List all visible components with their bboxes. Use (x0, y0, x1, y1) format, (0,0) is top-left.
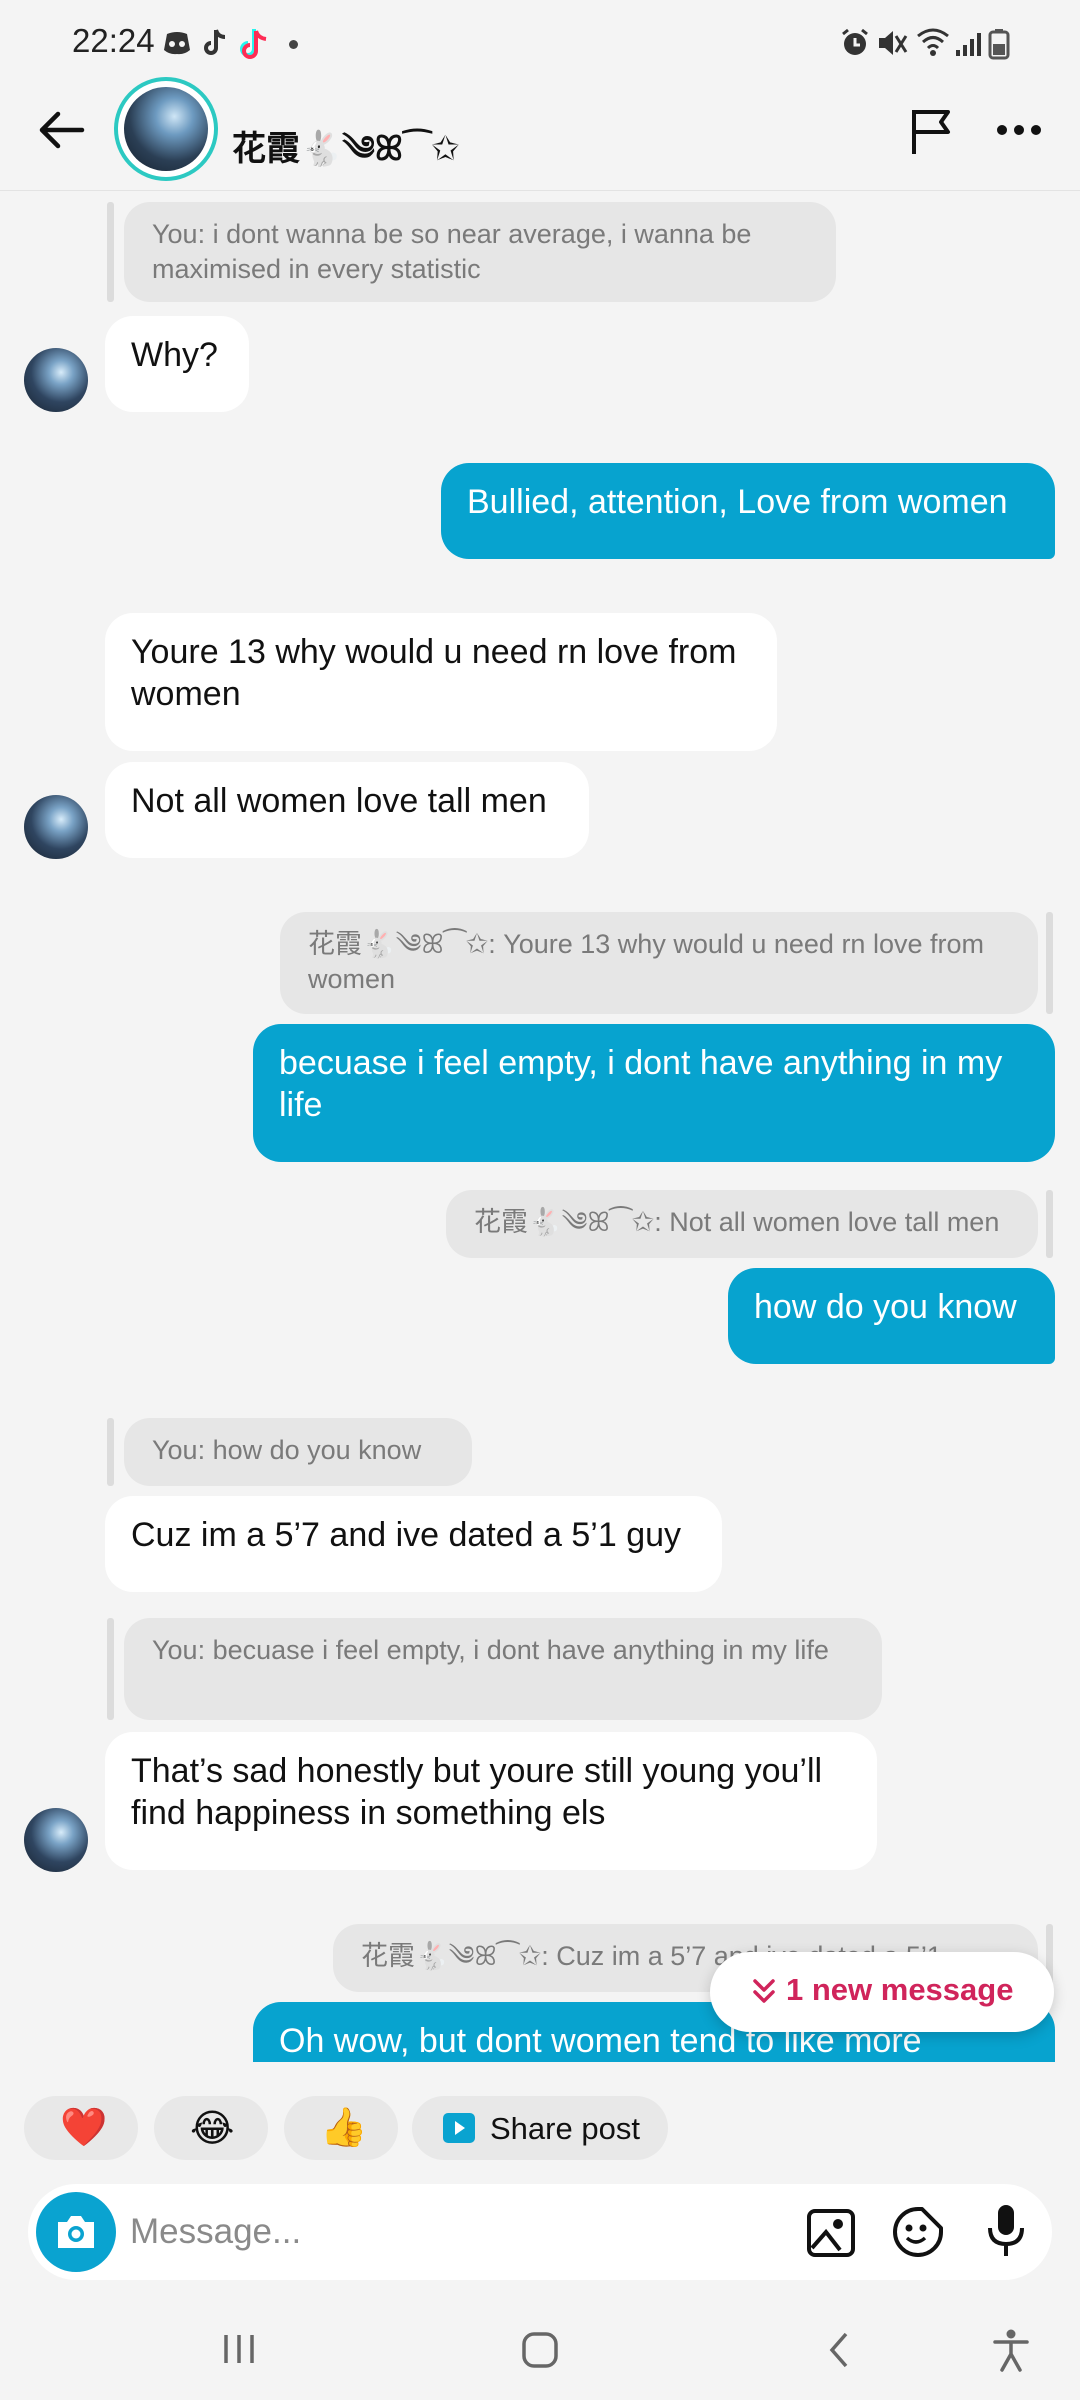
camera-button[interactable] (36, 2192, 116, 2272)
double-chevron-down-icon (753, 1979, 775, 2003)
message-bubble-incoming[interactable]: Youre 13 why would u need rn love from w… (105, 613, 777, 751)
reply-quote: You: becuase i feel empty, i dont have a… (124, 1618, 882, 1720)
laughing-emoji: 😂 (190, 2108, 235, 2150)
message-composer: Message... (28, 2184, 1052, 2280)
quote-bar (107, 1418, 114, 1486)
quote-bar (107, 202, 114, 302)
contact-avatar[interactable] (114, 77, 218, 181)
heart-emoji: ❤️ (60, 2107, 108, 2149)
home-icon[interactable] (520, 2330, 560, 2370)
reply-quote: You: how do you know (124, 1418, 472, 1486)
message-bubble-outgoing[interactable]: Bullied, attention, Love from women (441, 463, 1055, 559)
recent-apps-icon[interactable] (222, 2332, 256, 2366)
reply-quote: 花霞🐇༄ꕤ⁀✩: Not all women love tall men (446, 1190, 1038, 1258)
microphone-icon[interactable] (986, 2202, 1026, 2260)
new-message-label: 1 new message (786, 1972, 1014, 2007)
status-time: 22:24 (72, 22, 155, 59)
report-flag-icon[interactable] (908, 106, 956, 156)
wifi-icon (917, 28, 949, 56)
message-bubble-outgoing[interactable]: becuase i feel empty, i dont have anythi… (253, 1024, 1055, 1162)
alarm-icon (842, 28, 868, 55)
thumbs-up-emoji: 👍 (320, 2107, 368, 2149)
share-post-label: Share post (490, 2111, 640, 2146)
reply-quote: You: i dont wanna be so near average, i … (124, 202, 836, 302)
gallery-image-icon[interactable] (806, 2208, 856, 2258)
camera-icon (58, 2216, 94, 2248)
reaction-laugh-button[interactable]: 😂 (154, 2096, 268, 2160)
signal-icon (956, 33, 981, 56)
message-bubble-incoming[interactable]: Cuz im a 5’7 and ive dated a 5’1 guy (105, 1496, 722, 1592)
battery-icon (988, 29, 1010, 60)
quote-bar (1046, 1190, 1053, 1258)
mute-icon (879, 31, 908, 55)
sender-avatar[interactable] (24, 348, 88, 412)
tiktok-icon (204, 29, 226, 55)
message-bubble-incoming[interactable]: That’s sad honestly but youre still youn… (105, 1732, 877, 1870)
message-input[interactable]: Message... (130, 2212, 301, 2252)
back-arrow-icon[interactable] (36, 108, 86, 152)
tiktok-color-icon (240, 29, 267, 59)
contact-name[interactable]: 花霞🐇༄ꕤ⁀✩ (232, 110, 460, 206)
sticker-icon[interactable] (892, 2206, 944, 2258)
more-notifications-dot (289, 40, 298, 49)
share-post-icon (443, 2113, 475, 2143)
quote-bar (1046, 912, 1053, 1014)
reply-quote: 花霞🐇༄ꕤ⁀✩: Youre 13 why would u need rn lo… (280, 912, 1038, 1014)
message-bubble-incoming[interactable]: Not all women love tall men (105, 762, 589, 858)
quote-bar (107, 1618, 114, 1720)
sender-avatar[interactable] (24, 1808, 88, 1872)
reaction-heart-button[interactable]: ❤️ (24, 2096, 138, 2160)
more-options-icon[interactable] (994, 122, 1044, 138)
system-nav-bar (0, 2300, 1080, 2400)
reaction-thumbs-up-button[interactable]: 👍 (284, 2096, 398, 2160)
sender-avatar[interactable] (24, 795, 88, 859)
share-post-button[interactable]: Share post (412, 2096, 668, 2160)
message-bubble-incoming[interactable]: Why? (105, 316, 249, 412)
discord-icon (164, 32, 190, 55)
back-nav-icon[interactable] (826, 2330, 852, 2370)
message-bubble-outgoing[interactable]: how do you know (728, 1268, 1055, 1364)
accessibility-icon[interactable] (992, 2328, 1030, 2372)
new-message-button[interactable]: 1 new message (710, 1952, 1054, 2032)
